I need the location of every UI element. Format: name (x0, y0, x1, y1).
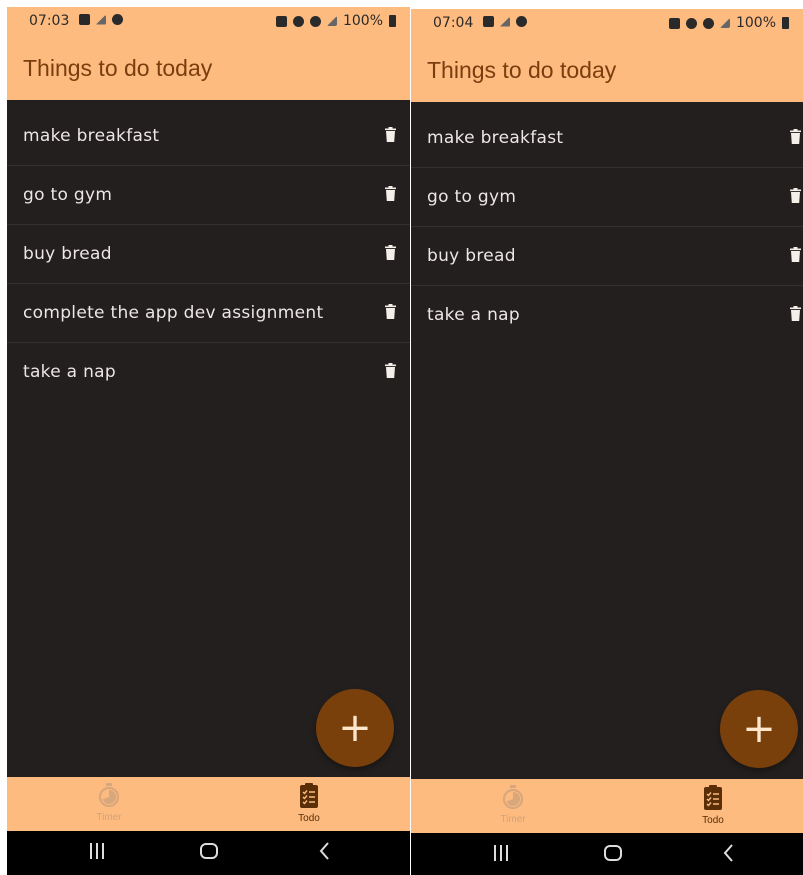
trash-icon[interactable] (385, 186, 396, 201)
back-icon[interactable] (315, 841, 335, 861)
alarm-icon (292, 15, 304, 27)
task-label: make breakfast (427, 128, 564, 148)
wifi-icon (309, 15, 321, 27)
clipboard-checklist-icon (704, 785, 722, 810)
trash-icon[interactable] (790, 129, 801, 144)
battery-icon (389, 15, 396, 27)
task-item[interactable]: make breakfast (7, 107, 410, 166)
nav-todo-label: Todo (702, 815, 724, 826)
wifi-icon (702, 17, 714, 29)
data-saver-icon (275, 15, 287, 27)
plus-icon: + (742, 706, 776, 752)
plus-icon: + (338, 705, 372, 751)
stopwatch-icon (98, 783, 120, 808)
nav-todo[interactable]: Todo (269, 783, 349, 824)
signal-icon (500, 16, 510, 27)
bottom-navigation: Timer Todo (411, 779, 803, 833)
task-label: buy bread (427, 246, 516, 266)
cell-signal-icon (719, 18, 730, 28)
gallery-notification-icon (483, 16, 494, 27)
task-list: make breakfast go to gym buy bread take … (411, 109, 803, 344)
trash-icon[interactable] (790, 188, 801, 203)
alarm-icon (112, 14, 123, 25)
task-label: go to gym (427, 187, 517, 207)
back-icon[interactable] (719, 843, 739, 863)
battery-percent: 100% (342, 13, 383, 29)
phone-screen-left: 07:03 100% Things to do today make break… (7, 7, 410, 875)
task-label: take a nap (23, 362, 116, 382)
task-label: buy bread (23, 244, 112, 264)
trash-icon[interactable] (385, 363, 396, 378)
trash-icon[interactable] (385, 245, 396, 260)
trash-icon[interactable] (790, 247, 801, 262)
system-navigation-bar (411, 833, 803, 875)
status-bar: 07:04 100% (411, 9, 803, 39)
task-item[interactable]: go to gym (411, 168, 803, 227)
alarm-icon (685, 17, 697, 29)
recents-icon[interactable] (491, 843, 511, 863)
nav-todo[interactable]: Todo (673, 785, 753, 826)
task-item[interactable]: take a nap (411, 286, 803, 344)
home-icon[interactable] (603, 843, 623, 863)
task-label: go to gym (23, 185, 113, 205)
status-bar: 07:03 100% (7, 7, 410, 37)
system-navigation-bar (7, 831, 410, 875)
app-bar: Things to do today (411, 39, 803, 102)
bottom-navigation: Timer Todo (7, 777, 410, 831)
status-time: 07:04 (433, 15, 474, 31)
phone-screen-right: 07:04 100% Things to do today make break… (411, 9, 803, 875)
task-item[interactable]: go to gym (7, 166, 410, 225)
nav-timer-label: Timer (96, 812, 122, 823)
data-saver-icon (668, 17, 680, 29)
status-time: 07:03 (29, 13, 70, 29)
nav-todo-label: Todo (298, 813, 320, 824)
stopwatch-icon (502, 785, 524, 810)
battery-percent: 100% (735, 15, 776, 31)
task-item[interactable]: buy bread (411, 227, 803, 286)
task-item[interactable]: complete the app dev assignment (7, 284, 410, 343)
add-task-button[interactable]: + (316, 689, 394, 767)
task-label: complete the app dev assignment (23, 303, 324, 323)
page-title: Things to do today (427, 57, 617, 83)
cell-signal-icon (326, 16, 337, 26)
nav-timer[interactable]: Timer (69, 783, 149, 823)
task-label: make breakfast (23, 126, 160, 146)
task-label: take a nap (427, 305, 520, 325)
trash-icon[interactable] (790, 306, 801, 321)
trash-icon[interactable] (385, 127, 396, 142)
task-item[interactable]: take a nap (7, 343, 410, 401)
task-item[interactable]: make breakfast (411, 109, 803, 168)
app-bar: Things to do today (7, 37, 410, 100)
battery-icon (782, 17, 789, 29)
task-item[interactable]: buy bread (7, 225, 410, 284)
signal-icon (96, 14, 106, 25)
recents-icon[interactable] (87, 841, 107, 861)
trash-icon[interactable] (385, 304, 396, 319)
gallery-notification-icon (79, 14, 90, 25)
page-title: Things to do today (23, 55, 213, 81)
home-icon[interactable] (199, 841, 219, 861)
add-task-button[interactable]: + (720, 690, 798, 768)
alarm-icon (516, 16, 527, 27)
nav-timer-label: Timer (500, 814, 526, 825)
clipboard-checklist-icon (300, 783, 318, 808)
task-list: make breakfast go to gym buy bread compl… (7, 107, 410, 401)
nav-timer[interactable]: Timer (473, 785, 553, 825)
